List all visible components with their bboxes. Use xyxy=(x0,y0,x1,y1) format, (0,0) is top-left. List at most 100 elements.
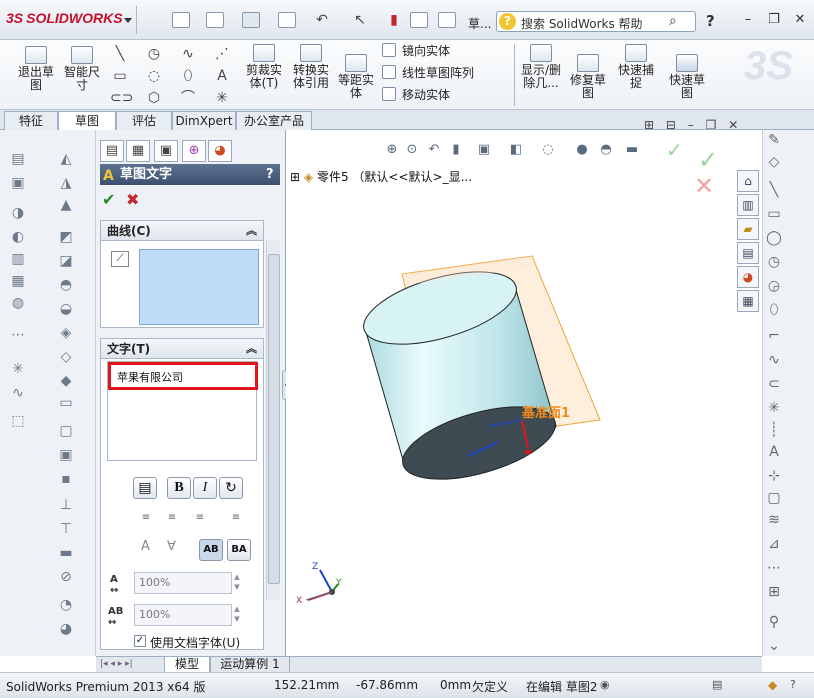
tags-icon[interactable]: ◆ xyxy=(768,678,777,692)
mirror-entities-button[interactable]: 镜向实体 xyxy=(382,42,450,60)
section-view-hud-icon[interactable]: ▮ xyxy=(448,142,464,158)
select-icon[interactable]: ↖ xyxy=(350,10,370,30)
viewport-close-icon[interactable]: ✕ xyxy=(728,118,738,132)
print-icon[interactable] xyxy=(278,12,296,28)
ellipse-icon[interactable]: ⬯ xyxy=(178,66,198,86)
tile-horizontal-icon[interactable]: ⊞ xyxy=(644,118,654,132)
mold-icon[interactable]: ◕ xyxy=(56,620,76,638)
move-entities-button[interactable]: 移动实体 xyxy=(382,86,450,104)
help-status-icon[interactable]: ? xyxy=(790,678,796,691)
property-manager-tab-icon[interactable]: ▦ xyxy=(126,140,150,162)
undo-icon[interactable]: ↶ xyxy=(312,10,332,30)
curve-selection-box[interactable] xyxy=(139,249,259,325)
rebuild-icon[interactable]: ▮ xyxy=(384,10,404,30)
flip-horizontal-icon[interactable]: ∀ xyxy=(167,539,176,554)
rotate-text-icon[interactable]: ↻ xyxy=(219,477,243,499)
custom-properties-icon[interactable]: ▦ xyxy=(737,290,759,312)
tab-nav-arrows-icon[interactable]: |◂ ◂ ▸ ▸| xyxy=(100,659,133,669)
draft-icon[interactable]: ◪ xyxy=(56,252,76,270)
pattern-tool-icon[interactable]: ⋯ xyxy=(763,558,785,578)
display-delete-relations-button[interactable]: 显示/删 除几... xyxy=(518,44,564,90)
polygon-icon[interactable]: ⬡ xyxy=(144,88,164,108)
move-tool-icon[interactable]: ⊞ xyxy=(763,582,785,602)
align-center-icon[interactable]: ≡ xyxy=(163,513,181,527)
curves-group-header[interactable]: 曲线(C) ︽ xyxy=(101,221,263,241)
graphics-area[interactable]: 基准面1 Z X Y ✓ ✕ xyxy=(286,130,762,656)
font-dialog-icon[interactable]: ▤ xyxy=(133,477,157,499)
spacing-field[interactable]: 100% xyxy=(134,604,232,626)
dimension-icon[interactable]: ◇ xyxy=(763,152,785,172)
text-direction-ba-icon[interactable]: BA xyxy=(227,539,251,561)
tab-motion-study[interactable]: 运动算例 1 xyxy=(210,657,290,673)
circle-icon[interactable]: ◷ xyxy=(144,44,164,64)
ellipse-tool-icon[interactable]: ⬯ xyxy=(763,300,785,320)
ok-check-icon[interactable]: ✔ xyxy=(102,190,115,209)
previous-view-icon[interactable]: ↶ xyxy=(426,142,442,158)
solidworks-resources-icon[interactable]: ⌂ xyxy=(737,170,759,192)
view-palette-icon[interactable]: ▤ xyxy=(737,242,759,264)
spline-tool-icon[interactable]: ∿ xyxy=(763,350,785,370)
line-icon[interactable]: ╲ xyxy=(110,44,130,64)
delete-body-icon[interactable]: ▪ xyxy=(56,470,76,488)
pm-scrollbar[interactable] xyxy=(266,240,280,600)
feature-manager-tab-icon[interactable]: ▤ xyxy=(100,140,124,162)
more-tools-icon[interactable]: ⌄ xyxy=(763,636,785,656)
tree-root-label[interactable]: 零件5 （默认<<默认>_显... xyxy=(317,170,472,184)
use-doc-font-checkbox[interactable]: ✓ xyxy=(134,635,146,647)
collapse-chevron-icon[interactable]: ︽ xyxy=(246,339,257,359)
design-library-icon[interactable]: ▥ xyxy=(737,194,759,216)
text-direction-ab-icon[interactable]: AB xyxy=(199,539,223,561)
trim-entities-button[interactable]: 剪裁实 体(T) xyxy=(242,44,286,90)
arc-icon[interactable]: ◌ xyxy=(144,66,164,86)
split-icon[interactable]: ▭ xyxy=(56,394,76,412)
point-tool-icon[interactable]: ✳ xyxy=(763,398,785,418)
solidworks-logo[interactable]: 3S SOLIDWORKS xyxy=(6,10,123,26)
justify-icon[interactable]: ≡ xyxy=(227,513,245,527)
line-tool-icon[interactable]: ╲ xyxy=(763,180,785,200)
chamfer-icon[interactable]: ◮ xyxy=(56,174,76,192)
section-view-icon[interactable]: ⊥ xyxy=(56,496,76,514)
centerpoint-arc-icon[interactable]: ◶ xyxy=(763,276,785,296)
insert-part-icon[interactable]: ⊤ xyxy=(56,520,76,538)
hole-icon[interactable]: ◍ xyxy=(8,294,28,312)
pm-help-button[interactable]: ? xyxy=(266,164,274,185)
scale-icon[interactable]: ◆ xyxy=(56,372,76,390)
tile-vertical-icon[interactable]: ⊟ xyxy=(666,118,676,132)
tab-sketch[interactable]: 草图 xyxy=(58,111,116,131)
help-search-box[interactable]: ? 搜索 SolidWorks 帮助 ⌕ xyxy=(496,11,696,32)
repair-sketch-button[interactable]: 修复草图 xyxy=(566,54,610,100)
viewport-minimize-icon[interactable]: – xyxy=(688,118,694,132)
instant3d-icon[interactable]: ⬚ xyxy=(8,412,28,430)
scrollbar-thumb[interactable] xyxy=(268,254,280,584)
cancel-x-icon[interactable]: ✖ xyxy=(126,190,139,209)
close-icon[interactable]: ✕ xyxy=(792,13,808,29)
rib-icon[interactable]: ◩ xyxy=(56,228,76,246)
text-tool-icon[interactable]: A xyxy=(212,66,232,86)
weldment-icon[interactable]: ◔ xyxy=(56,596,76,614)
appearance-icon[interactable]: ● xyxy=(574,142,590,158)
view-settings-icon[interactable]: ▬ xyxy=(624,142,640,158)
search-input-text[interactable]: 搜索 SolidWorks 帮助 xyxy=(521,15,643,32)
width-factor-field[interactable]: 100% xyxy=(134,572,232,594)
fillet-feature-icon[interactable]: ◭ xyxy=(56,150,76,168)
tab-features[interactable]: 特征 xyxy=(4,111,58,130)
spacing-spinner[interactable]: ▲ ▼ xyxy=(232,604,242,626)
exit-sketch-check-icon[interactable]: ✓ xyxy=(666,140,683,160)
display-style-icon[interactable]: ◧ xyxy=(508,142,524,158)
minimize-icon[interactable]: – xyxy=(740,13,756,29)
search-icon[interactable]: ⌕ xyxy=(669,13,677,29)
help-button[interactable]: ? xyxy=(706,12,715,30)
confirm-corner-cancel-icon[interactable]: ✕ xyxy=(694,172,714,200)
boundary-icon[interactable]: ▥ xyxy=(8,250,28,268)
rectangle-icon[interactable]: ▭ xyxy=(110,66,130,86)
extrude-icon[interactable]: ▤ xyxy=(8,150,28,168)
sweep-icon[interactable]: ◑ xyxy=(8,204,28,222)
text-input-area[interactable]: 苹果有限公司 xyxy=(107,361,258,461)
exit-sketch-button[interactable]: 退出草图 xyxy=(14,46,58,92)
new-document-icon[interactable] xyxy=(172,12,190,28)
convert-entities-button[interactable]: 转换实 体引用 xyxy=(288,44,334,90)
sheet-metal-icon[interactable]: ▬ xyxy=(56,544,76,562)
offset-entities-button[interactable]: 等距实体 xyxy=(334,54,378,100)
logo-menu-arrow-icon[interactable] xyxy=(124,18,132,23)
expand-icon[interactable]: ⊞ xyxy=(290,170,300,184)
